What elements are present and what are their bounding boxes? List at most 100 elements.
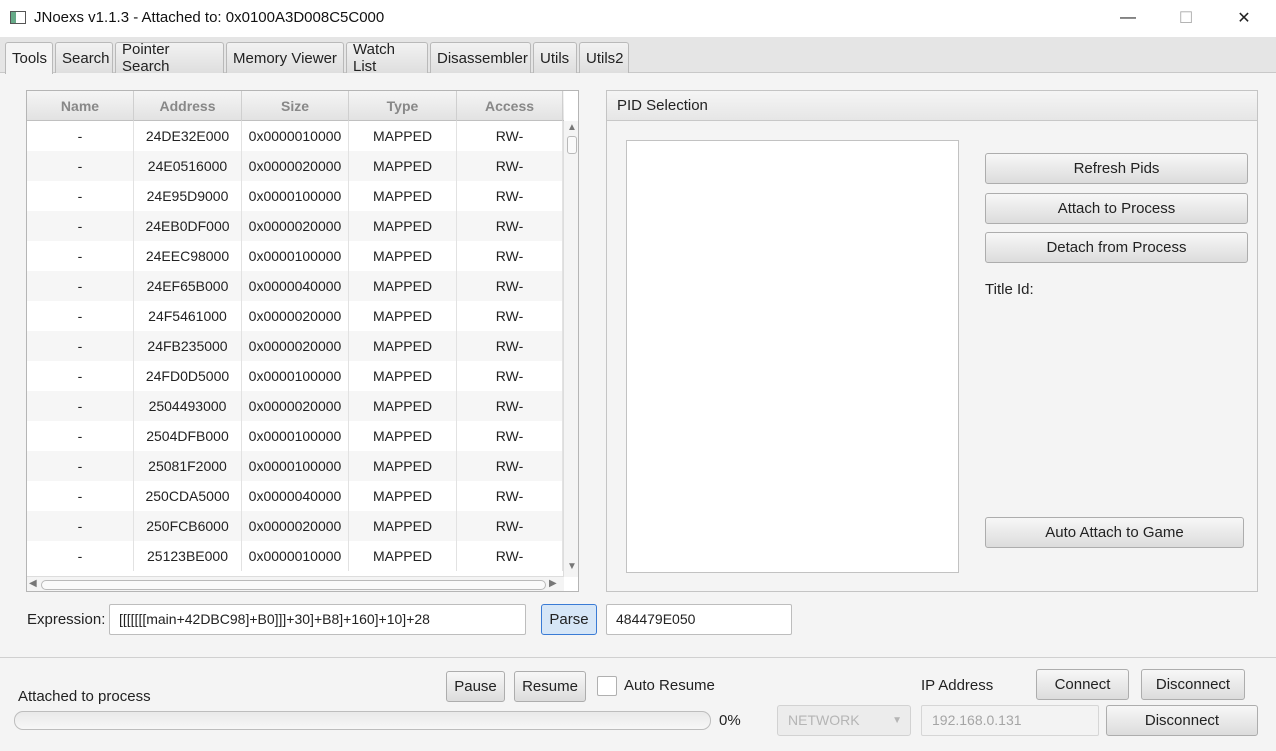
cell-type: MAPPED	[349, 361, 457, 391]
cell-address: 24DE32E000	[134, 121, 242, 151]
tab-search[interactable]: Search	[55, 42, 113, 73]
table-row[interactable]: -2504493000 0x0000020000 MAPPED RW-	[27, 391, 563, 421]
table-row[interactable]: -25081F2000 0x0000100000 MAPPED RW-	[27, 451, 563, 481]
cell-size: 0x0000100000	[242, 361, 349, 391]
table-row[interactable]: -24FB235000 0x0000020000 MAPPED RW-	[27, 331, 563, 361]
tab-pointer-search[interactable]: Pointer Search	[115, 41, 224, 75]
progress-percent: 0%	[719, 712, 741, 729]
ip-address-label: IP Address	[921, 677, 994, 694]
table-row[interactable]: -24EB0DF000 0x0000020000 MAPPED RW-	[27, 211, 563, 241]
close-icon[interactable]: ✕	[1221, 4, 1267, 32]
column-header-access[interactable]: Access	[457, 91, 563, 121]
column-header-type[interactable]: Type	[349, 91, 457, 121]
vertical-scroll-thumb[interactable]	[567, 136, 577, 154]
cell-access: RW-	[457, 541, 563, 571]
disconnect-usb-button[interactable]: Disconnect	[1106, 705, 1258, 736]
chevron-down-icon: ▼	[892, 715, 902, 726]
cell-size: 0x0000020000	[242, 151, 349, 181]
scroll-left-icon[interactable]: ◀	[29, 578, 37, 589]
disconnect-button[interactable]: Disconnect	[1141, 669, 1245, 700]
cell-size: 0x0000040000	[242, 481, 349, 511]
cell-access: RW-	[457, 361, 563, 391]
minimize-icon[interactable]: —	[1105, 4, 1151, 32]
app-icon	[10, 11, 26, 24]
cell-name: -	[27, 451, 134, 481]
detach-from-process-button[interactable]: Detach from Process	[985, 232, 1248, 263]
cell-access: RW-	[457, 271, 563, 301]
table-row[interactable]: -24EEC98000 0x0000100000 MAPPED RW-	[27, 241, 563, 271]
cell-type: MAPPED	[349, 271, 457, 301]
cell-name: -	[27, 391, 134, 421]
connection-mode-select[interactable]: NETWORK ▼	[777, 705, 911, 736]
auto-attach-to-game-button[interactable]: Auto Attach to Game	[985, 517, 1244, 548]
cell-address: 24E95D9000	[134, 181, 242, 211]
cell-size: 0x0000020000	[242, 211, 349, 241]
memory-regions-table[interactable]: Name Address Size Type Access -24DE32E00…	[26, 90, 579, 592]
cell-name: -	[27, 181, 134, 211]
vertical-scrollbar[interactable]: ▲ ▼	[563, 121, 578, 577]
cell-name: -	[27, 511, 134, 541]
scroll-right-icon[interactable]: ▶	[549, 578, 557, 589]
cell-name: -	[27, 421, 134, 451]
expression-input[interactable]: [[[[[[[main+42DBC98]+B0]]]+30]+B8]+160]+…	[109, 604, 526, 635]
cell-address: 24EEC98000	[134, 241, 242, 271]
cell-access: RW-	[457, 121, 563, 151]
auto-resume-checkbox[interactable]	[597, 676, 617, 696]
cell-size: 0x0000040000	[242, 271, 349, 301]
cell-type: MAPPED	[349, 211, 457, 241]
tab-utils[interactable]: Utils	[533, 42, 577, 73]
cell-type: MAPPED	[349, 181, 457, 211]
column-header-name[interactable]: Name	[27, 91, 134, 121]
cell-type: MAPPED	[349, 331, 457, 361]
tab-memory-viewer[interactable]: Memory Viewer	[226, 42, 344, 73]
attach-to-process-button[interactable]: Attach to Process	[985, 193, 1248, 224]
scroll-up-icon[interactable]: ▲	[567, 122, 577, 133]
table-row[interactable]: -24DE32E000 0x0000010000 MAPPED RW-	[27, 121, 563, 151]
pid-list[interactable]	[626, 140, 959, 573]
cell-type: MAPPED	[349, 451, 457, 481]
refresh-pids-button[interactable]: Refresh Pids	[985, 153, 1248, 184]
cell-address: 2504DFB000	[134, 421, 242, 451]
cell-access: RW-	[457, 421, 563, 451]
table-row[interactable]: -250CDA5000 0x0000040000 MAPPED RW-	[27, 481, 563, 511]
table-row[interactable]: -25123BE000 0x0000010000 MAPPED RW-	[27, 541, 563, 571]
title-id-label: Title Id:	[985, 281, 1034, 298]
table-row[interactable]: -24FD0D5000 0x0000100000 MAPPED RW-	[27, 361, 563, 391]
table-row[interactable]: -24E95D9000 0x0000100000 MAPPED RW-	[27, 181, 563, 211]
cell-type: MAPPED	[349, 151, 457, 181]
maximize-icon[interactable]: ☐	[1163, 4, 1209, 32]
cell-address: 250CDA5000	[134, 481, 242, 511]
horizontal-scroll-thumb[interactable]	[41, 580, 546, 590]
table-row[interactable]: -250FCB6000 0x0000020000 MAPPED RW-	[27, 511, 563, 541]
cell-access: RW-	[457, 511, 563, 541]
cell-type: MAPPED	[349, 481, 457, 511]
cell-address: 24FD0D5000	[134, 361, 242, 391]
auto-resume-label: Auto Resume	[624, 677, 715, 694]
cell-size: 0x0000100000	[242, 421, 349, 451]
pause-button[interactable]: Pause	[446, 671, 505, 702]
cell-size: 0x0000020000	[242, 301, 349, 331]
horizontal-scrollbar[interactable]: ◀ ▶	[27, 576, 564, 591]
scroll-down-icon[interactable]: ▼	[567, 561, 577, 572]
cell-name: -	[27, 361, 134, 391]
cell-type: MAPPED	[349, 541, 457, 571]
table-row[interactable]: -24F5461000 0x0000020000 MAPPED RW-	[27, 301, 563, 331]
tab-watch-list[interactable]: Watch List	[346, 41, 428, 75]
table-row[interactable]: -24E0516000 0x0000020000 MAPPED RW-	[27, 151, 563, 181]
parse-button[interactable]: Parse	[541, 604, 597, 635]
cell-type: MAPPED	[349, 391, 457, 421]
ip-address-input[interactable]: 192.168.0.131	[921, 705, 1099, 736]
cell-name: -	[27, 301, 134, 331]
connect-button[interactable]: Connect	[1036, 669, 1129, 700]
column-header-address[interactable]: Address	[134, 91, 242, 121]
column-header-size[interactable]: Size	[242, 91, 349, 121]
tab-tools[interactable]: Tools	[5, 42, 53, 74]
cell-access: RW-	[457, 211, 563, 241]
table-row[interactable]: -24EF65B000 0x0000040000 MAPPED RW-	[27, 271, 563, 301]
tab-disassembler[interactable]: Disassembler	[430, 42, 531, 73]
table-row[interactable]: -2504DFB000 0x0000100000 MAPPED RW-	[27, 421, 563, 451]
tab-utils2[interactable]: Utils2	[579, 42, 629, 73]
cell-size: 0x0000020000	[242, 391, 349, 421]
expression-result-field[interactable]: 484479E050	[606, 604, 792, 635]
resume-button[interactable]: Resume	[514, 671, 586, 702]
